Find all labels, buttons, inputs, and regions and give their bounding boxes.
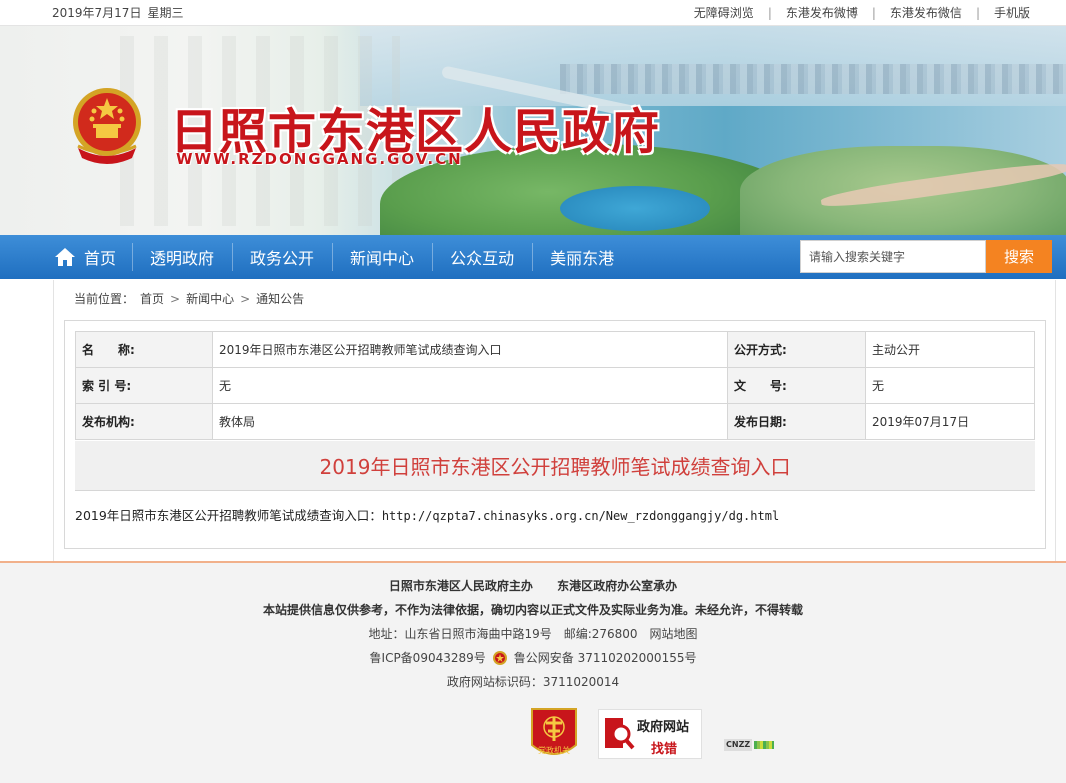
article-panel: 名 称: 2019年日照市东港区公开招聘教师笔试成绩查询入口 公开方式: 主动公… bbox=[64, 320, 1046, 549]
footer-sponsors: 日照市东港区人民政府主办 东港区政府办公室承办 bbox=[0, 577, 1066, 594]
search-input[interactable] bbox=[800, 240, 986, 273]
weekday-text: 星期三 bbox=[147, 6, 184, 20]
main-nav: 首页 透明政府 政务公开 新闻中心 公众互动 美丽东港 搜索 bbox=[0, 235, 1066, 279]
article-title: 2019年日照市东港区公开招聘教师笔试成绩查询入口 bbox=[75, 441, 1035, 491]
cnzz-bar bbox=[754, 741, 774, 749]
date-text: 2019年7月17日 bbox=[52, 6, 142, 20]
meta-val-mode: 主动公开 bbox=[865, 331, 1035, 368]
article-body: 2019年日照市东港区公开招聘教师笔试成绩查询入口：http://qzpta7.… bbox=[75, 505, 779, 524]
party-gov-badge[interactable]: 党政机关 bbox=[528, 703, 580, 763]
magnifier-icon bbox=[605, 718, 635, 750]
nav-item-label: 美丽东港 bbox=[550, 249, 615, 268]
metadata-table: 名 称: 2019年日照市东港区公开招聘教师笔试成绩查询入口 公开方式: 主动公… bbox=[75, 331, 1035, 440]
report-badge-line1: 政府网站 bbox=[637, 720, 690, 735]
table-row: 名 称: 2019年日照市东港区公开招聘教师笔试成绩查询入口 公开方式: 主动公… bbox=[75, 331, 1035, 368]
wechat-link[interactable]: 东港发布微信 bbox=[876, 4, 976, 21]
header-banner: 日照市东港区人民政府 WWW.RZDONGGANG.GOV.CN bbox=[0, 26, 1066, 235]
home-icon bbox=[55, 248, 75, 266]
report-badge-line2: 找错 bbox=[651, 742, 678, 757]
top-bar: 2019年7月17日 星期三 无障碍浏览 | 东港发布微博 | 东港发布微信 |… bbox=[0, 0, 1066, 26]
banner-skyline bbox=[560, 64, 1066, 94]
nav-item-transparent-gov[interactable]: 透明政府 bbox=[132, 235, 232, 279]
breadcrumb-label: 当前位置： bbox=[74, 292, 135, 306]
nav-item-interaction[interactable]: 公众互动 bbox=[432, 235, 532, 279]
meta-key-index: 索 引 号: bbox=[75, 367, 213, 404]
query-link[interactable]: http://qzpta7.chinasyks.org.cn/New_rzdon… bbox=[382, 509, 779, 523]
top-links: 无障碍浏览 | 东港发布微博 | 东港发布微信 | 手机版 bbox=[680, 4, 1044, 21]
nav-item-label: 公众互动 bbox=[450, 249, 515, 268]
footer-host: 日照市东港区人民政府主办 bbox=[388, 579, 533, 593]
meta-key-org: 发布机构: bbox=[75, 403, 213, 440]
chevron-right-icon: > bbox=[240, 291, 251, 306]
nav-item-label: 政务公开 bbox=[250, 249, 315, 268]
site-url: WWW.RZDONGGANG.GOV.CN bbox=[176, 150, 463, 168]
party-gov-badge-text: 党政机关 bbox=[538, 745, 570, 755]
nav-item-label: 透明政府 bbox=[150, 249, 215, 268]
party-gov-icon: 党政机关 bbox=[531, 708, 577, 755]
nav-item-label: 新闻中心 bbox=[350, 249, 415, 268]
footer-registration: 鲁ICP备09043289号 鲁公网安备 37110202000155号 bbox=[0, 649, 1066, 666]
chevron-right-icon: > bbox=[170, 291, 181, 306]
footer-disclaimer: 本站提供信息仅供参考，不作为法律依据，确切内容以正式文件及实际业务为准。未经允许… bbox=[262, 603, 803, 617]
nav-item-label: 首页 bbox=[84, 249, 117, 268]
nav-item-news[interactable]: 新闻中心 bbox=[332, 235, 432, 279]
meta-key-mode: 公开方式: bbox=[727, 331, 866, 368]
cnzz-badge[interactable]: CNZZ bbox=[724, 739, 774, 751]
meta-key-name: 名 称: bbox=[75, 331, 213, 368]
breadcrumb-notices[interactable]: 通知公告 bbox=[256, 290, 304, 307]
gov-site-report-badge[interactable]: 政府网站 找错 bbox=[598, 709, 702, 759]
nav-item-home[interactable]: 首页 bbox=[40, 235, 132, 279]
footer-badges: 党政机关 政府网站 找错 CNZZ bbox=[0, 699, 1066, 769]
weibo-link[interactable]: 东港发布微博 bbox=[772, 4, 872, 21]
date-display: 2019年7月17日 星期三 bbox=[52, 4, 183, 21]
meta-val-doc: 无 bbox=[865, 367, 1035, 404]
breadcrumb: 当前位置： 首页 > 新闻中心 > 通知公告 bbox=[54, 280, 1055, 317]
table-row: 索 引 号: 无 文 号: 无 bbox=[75, 367, 1035, 404]
meta-val-date: 2019年07月17日 bbox=[865, 403, 1035, 440]
meta-key-date: 发布日期: bbox=[727, 403, 866, 440]
breadcrumb-home[interactable]: 首页 bbox=[140, 290, 164, 307]
meta-val-org: 教体局 bbox=[212, 403, 728, 440]
national-emblem-icon bbox=[73, 88, 141, 164]
main-content: 当前位置： 首页 > 新闻中心 > 通知公告 名 称: 2019年日照市东港区公… bbox=[53, 280, 1056, 561]
footer: 日照市东港区人民政府主办 东港区政府办公室承办 本站提供信息仅供参考，不作为法律… bbox=[0, 561, 1066, 783]
icp-link[interactable]: 鲁ICP备09043289号 bbox=[370, 649, 486, 666]
accessibility-link[interactable]: 无障碍浏览 bbox=[680, 4, 768, 21]
police-badge-icon bbox=[492, 650, 507, 665]
meta-key-doc: 文 号: bbox=[727, 367, 866, 404]
nav-item-beautiful-donggang[interactable]: 美丽东港 bbox=[532, 235, 632, 279]
footer-site-id: 政府网站标识码：3711020014 bbox=[446, 675, 620, 689]
nav-item-gov-affairs[interactable]: 政务公开 bbox=[232, 235, 332, 279]
nav-items: 首页 透明政府 政务公开 新闻中心 公众互动 美丽东港 bbox=[0, 235, 632, 279]
police-record-link[interactable]: 鲁公网安备 37110202000155号 bbox=[514, 649, 697, 666]
footer-organizer: 东港区政府办公室承办 bbox=[557, 579, 678, 593]
table-row: 发布机构: 教体局 发布日期: 2019年07月17日 bbox=[75, 403, 1035, 440]
article-body-text: 2019年日照市东港区公开招聘教师笔试成绩查询入口： bbox=[75, 508, 382, 523]
footer-address: 地址：山东省日照市海曲中路19号 邮编:276800 网站地图 bbox=[368, 627, 698, 641]
meta-val-index: 无 bbox=[212, 367, 728, 404]
cnzz-text: CNZZ bbox=[724, 739, 753, 751]
search-button[interactable]: 搜索 bbox=[986, 240, 1052, 273]
meta-val-name: 2019年日照市东港区公开招聘教师笔试成绩查询入口 bbox=[212, 331, 728, 368]
banner-lake bbox=[560, 186, 710, 231]
mobile-link[interactable]: 手机版 bbox=[980, 4, 1044, 21]
breadcrumb-news[interactable]: 新闻中心 bbox=[186, 290, 234, 307]
search-box: 搜索 bbox=[800, 240, 1052, 273]
